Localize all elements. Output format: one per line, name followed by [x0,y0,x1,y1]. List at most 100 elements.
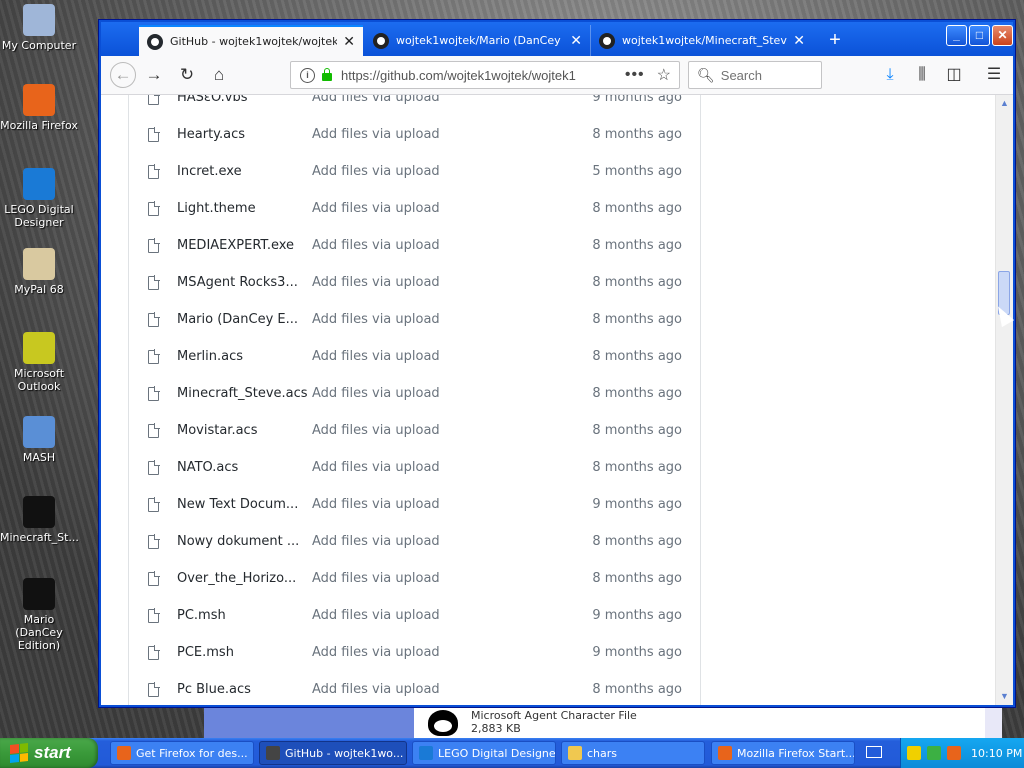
commit-message-link[interactable]: Add files via upload [312,127,552,142]
page-scrollbar[interactable]: ▲ ▼ [995,95,1013,705]
file-row[interactable]: Pc Blue.acs Add files via upload 8 months … [129,671,700,705]
file-name-link[interactable]: PC.msh [177,608,312,623]
file-name-link[interactable]: Merlin.acs [177,349,312,364]
url-bar[interactable]: i https://github.com/wojtek1wojtek/wojte… [290,61,680,89]
network-icon[interactable] [927,746,941,760]
file-name-link[interactable]: MSAgent Rocks3... [177,275,312,290]
file-name-link[interactable]: Incret.exe [177,164,312,179]
file-row[interactable]: NATO.acs Add files via upload 8 months ago [129,449,700,486]
file-name-link[interactable]: Hearty.acs [177,127,312,142]
info-icon[interactable]: i [300,67,315,83]
file-row[interactable]: MEDIAEXPERT.exe Add files via upload 8 mon… [129,227,700,264]
taskbar-button[interactable]: LEGO Digital Designer [412,741,556,765]
file-row[interactable]: PC.msh Add files via upload 9 months ago [129,597,700,634]
commit-message-link[interactable]: Add files via upload [312,95,552,105]
commit-message-link[interactable]: Add files via upload [312,571,552,586]
explorer-scrollbar[interactable] [985,708,1002,738]
close-tab-icon[interactable]: ✕ [570,33,582,49]
close-tab-icon[interactable]: ✕ [793,33,805,49]
tab-strip: GitHub - wojtek1wojtek/wojtek1wo ✕ wojte… [101,22,1013,56]
security-shield-icon[interactable] [907,746,921,760]
commit-message-link[interactable]: Add files via upload [312,497,552,512]
commit-message-link[interactable]: Add files via upload [312,460,552,475]
file-row[interactable]: Minecraft_Steve.acs Add files via upload 8… [129,375,700,412]
file-row[interactable]: New Text Docum... Add files via upload 9 m… [129,486,700,523]
file-name-link[interactable]: Light.theme [177,201,312,216]
reload-button[interactable]: ↻ [174,62,200,88]
library-icon[interactable]: ⫼ [911,64,933,86]
commit-message-link[interactable]: Add files via upload [312,608,552,623]
desktop-icon[interactable]: Mario (DanCey Edition) [0,578,78,652]
menu-icon[interactable]: ☰ [983,64,1005,86]
tab-minecraft-repo[interactable]: wojtek1wojtek/Minecraft_Steve.ac ✕ [591,25,813,56]
maximize-button[interactable]: □ [969,25,990,46]
commit-message-link[interactable]: Add files via upload [312,275,552,290]
file-row[interactable]: Nowy dokument ... Add files via upload 8 m… [129,523,700,560]
back-button[interactable]: ← [110,62,136,88]
desktop-icon[interactable]: Mozilla Firefox [0,84,78,132]
file-row[interactable]: Mario (DanCey E... Add files via upload 8 … [129,301,700,338]
file-row[interactable]: Movistar.acs Add files via upload 8 months… [129,412,700,449]
file-name-link[interactable]: HASεO.vbs [177,95,312,105]
file-name-link[interactable]: Nowy dokument ... [177,534,312,549]
file-row[interactable]: Incret.exe Add files via upload 5 months a… [129,153,700,190]
file-row[interactable]: MSAgent Rocks3... Add files via upload 8 m… [129,264,700,301]
start-button[interactable]: start [0,738,98,768]
file-row[interactable]: HASεO.vbs Add files via upload 9 months ag… [129,95,700,116]
taskbar-button[interactable]: Get Firefox for des... [110,741,254,765]
taskbar-button[interactable]: GitHub - wojtek1wo... [259,741,407,765]
file-row[interactable]: Over_the_Horizo... Add files via upload 8 … [129,560,700,597]
file-name-link[interactable]: Movistar.acs [177,423,312,438]
forward-button[interactable]: → [141,62,167,88]
bookmark-star-icon[interactable]: ☆ [657,65,671,85]
commit-message-link[interactable]: Add files via upload [312,386,552,401]
search-input[interactable]: 🔍︎ Search [688,61,822,89]
file-name-link[interactable]: Mario (DanCey E... [177,312,312,327]
file-row[interactable]: PCE.msh Add files via upload 9 months ago [129,634,700,671]
desktop-icon[interactable]: MASH [0,416,78,464]
commit-message-link[interactable]: Add files via upload [312,201,552,216]
file-row[interactable]: Light.theme Add files via upload 8 months … [129,190,700,227]
close-tab-icon[interactable]: ✕ [343,34,355,50]
sidebar-icon[interactable]: ◫ [943,64,965,86]
search-tray-icon[interactable] [947,746,961,760]
scroll-up-icon[interactable]: ▲ [996,95,1013,112]
commit-message-link[interactable]: Add files via upload [312,682,552,697]
commit-age: 8 months ago [592,312,682,327]
commit-message-link[interactable]: Add files via upload [312,164,552,179]
desktop-icon[interactable]: LEGO Digital Designer [0,168,78,229]
commit-message-link[interactable]: Add files via upload [312,312,552,327]
file-row[interactable]: Merlin.acs Add files via upload 8 months a… [129,338,700,375]
taskbar-button[interactable]: Mozilla Firefox Start... [711,741,855,765]
commit-message-link[interactable]: Add files via upload [312,645,552,660]
file-icon [148,422,160,438]
file-name-link[interactable]: MEDIAEXPERT.exe [177,238,312,253]
tab-mario-repo[interactable]: wojtek1wojtek/Mario (DanCey Edi ✕ [365,25,591,56]
file-name-link[interactable]: New Text Docum... [177,497,312,512]
file-name-link[interactable]: PCE.msh [177,645,312,660]
desktop-icon[interactable]: My Computer [0,4,78,52]
commit-message-link[interactable]: Add files via upload [312,238,552,253]
file-name-link[interactable]: NATO.acs [177,460,312,475]
home-button[interactable]: ⌂ [206,62,232,88]
file-name-link[interactable]: Minecraft_Steve.acs [177,386,312,401]
downloads-icon[interactable]: ⤓ [879,64,901,86]
url-text[interactable]: https://github.com/wojtek1wojtek/wojtek1 [341,68,591,83]
taskbar-button[interactable]: chars [561,741,705,765]
scroll-down-icon[interactable]: ▼ [996,688,1013,705]
commit-message-link[interactable]: Add files via upload [312,534,552,549]
new-tab-button[interactable]: + [823,27,847,53]
desktop-icon[interactable]: MyPal 68 [0,248,78,296]
close-window-button[interactable]: ✕ [992,25,1013,46]
file-row[interactable]: Hearty.acs Add files via upload 8 months a… [129,116,700,153]
desktop-icon[interactable]: Minecraft_St... [0,496,79,544]
minimize-button[interactable]: _ [946,25,967,46]
commit-message-link[interactable]: Add files via upload [312,423,552,438]
desktop-icon[interactable]: Microsoft Outlook [0,332,78,393]
tab-github-wojtek1wojtek[interactable]: GitHub - wojtek1wojtek/wojtek1wo ✕ [139,25,363,56]
commit-message-link[interactable]: Add files via upload [312,349,552,364]
keyboard-icon[interactable] [866,746,882,758]
file-name-link[interactable]: Over_the_Horizo... [177,571,312,586]
file-name-link[interactable]: Pc Blue.acs [177,682,312,697]
page-actions-icon[interactable]: ••• [625,66,645,84]
